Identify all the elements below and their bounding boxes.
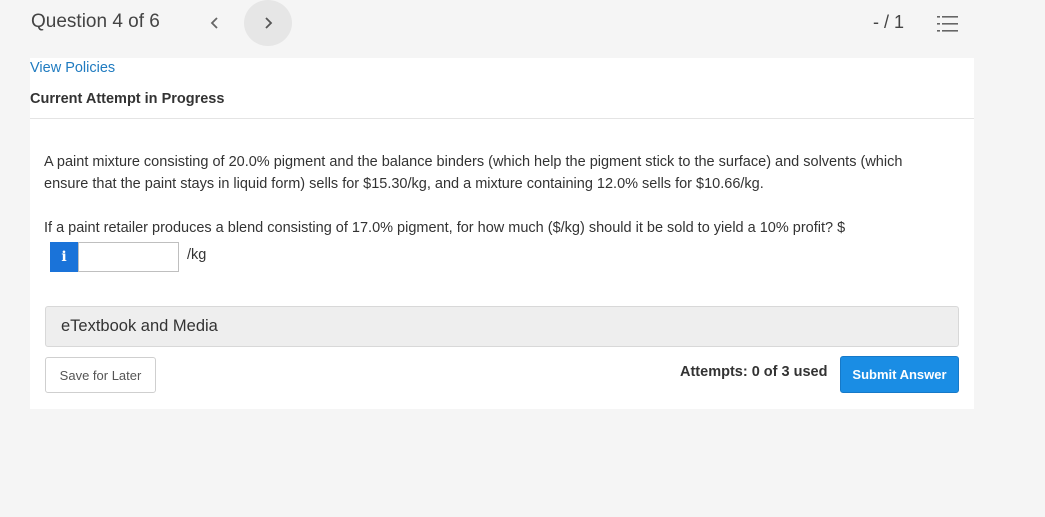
answer-unit: /kg [187, 247, 207, 263]
etextbook-media-toggle[interactable]: eTextbook and Media [45, 306, 959, 347]
save-for-later-button[interactable]: Save for Later [45, 357, 156, 393]
attempts-counter: Attempts: 0 of 3 used [680, 364, 828, 380]
attempt-status-heading: Current Attempt in Progress [30, 91, 225, 107]
chevron-right-icon [265, 17, 273, 29]
question-list-button[interactable] [937, 14, 959, 34]
info-icon: i [61, 249, 67, 265]
submit-answer-button[interactable]: Submit Answer [840, 356, 959, 393]
question-score: - / 1 [873, 12, 905, 32]
question-prompt: If a paint retailer produces a blend con… [44, 220, 846, 236]
question-card: View Policies Current Attempt in Progres… [30, 58, 974, 409]
question-text: A paint mixture consisting of 20.0% pigm… [44, 154, 903, 192]
view-policies-link[interactable]: View Policies [30, 60, 115, 76]
etextbook-media-label: eTextbook and Media [61, 317, 218, 335]
next-question-button[interactable] [244, 0, 292, 46]
divider [30, 118, 974, 119]
answer-input[interactable] [78, 242, 179, 272]
question-header: Question 4 of 6 - / 1 [0, 0, 1045, 46]
numbered-list-icon [937, 16, 958, 32]
chevron-left-icon [210, 17, 218, 29]
question-counter: Question 4 of 6 [31, 11, 160, 32]
answer-info-button[interactable]: i [50, 242, 78, 272]
previous-question-button[interactable] [204, 10, 226, 36]
